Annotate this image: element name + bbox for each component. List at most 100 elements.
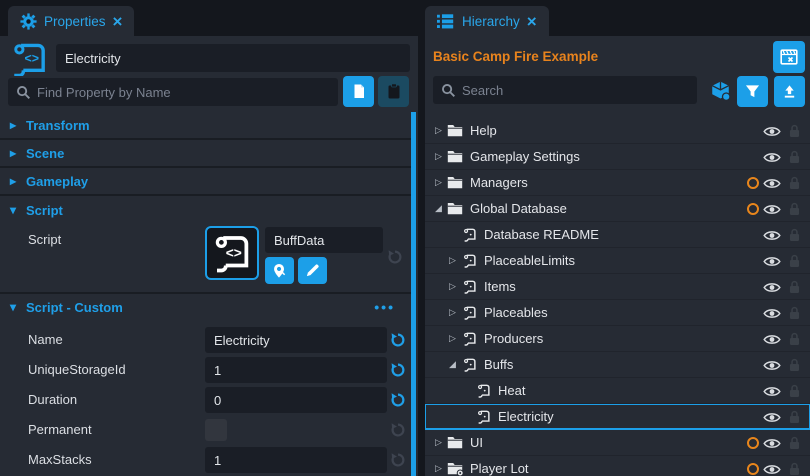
tree-row[interactable]: Electricity bbox=[425, 404, 810, 430]
eye-icon[interactable] bbox=[763, 463, 781, 476]
eye-icon[interactable] bbox=[763, 125, 781, 138]
lock-icon[interactable] bbox=[788, 280, 801, 294]
eye-icon[interactable] bbox=[763, 385, 781, 398]
section-scene[interactable]: Scene bbox=[0, 140, 411, 168]
property-search bbox=[8, 78, 338, 106]
eye-icon[interactable] bbox=[763, 437, 781, 450]
script-icon bbox=[474, 410, 492, 424]
lock-icon[interactable] bbox=[788, 254, 801, 268]
tree-row[interactable]: ▷ Gameplay Settings bbox=[425, 144, 810, 170]
tree-row[interactable]: ▷Managers bbox=[425, 170, 810, 196]
tree-expand-icon[interactable]: ▷ bbox=[445, 307, 460, 318]
tree-row[interactable]: ▷Player Lot bbox=[425, 456, 810, 476]
tree-row[interactable]: ▷Help bbox=[425, 118, 810, 144]
folder-icon bbox=[446, 150, 464, 163]
eye-icon[interactable] bbox=[763, 411, 781, 424]
lock-icon[interactable] bbox=[788, 358, 801, 372]
lock-icon[interactable] bbox=[788, 410, 801, 424]
lock-icon[interactable] bbox=[788, 228, 801, 242]
lock-icon[interactable] bbox=[788, 306, 801, 320]
eye-icon[interactable] bbox=[763, 229, 781, 242]
lock-icon[interactable] bbox=[788, 124, 801, 138]
reset-icon[interactable] bbox=[390, 362, 406, 378]
tree-item-label: Gameplay Settings bbox=[470, 149, 580, 164]
lock-icon[interactable] bbox=[788, 436, 801, 450]
eye-icon[interactable] bbox=[763, 333, 781, 346]
section-script-custom[interactable]: Script - Custom bbox=[0, 292, 411, 320]
find-script-button[interactable] bbox=[265, 257, 294, 284]
hierarchy-search-input[interactable] bbox=[462, 76, 697, 104]
svg-text:<>: <> bbox=[24, 51, 39, 65]
lock-icon[interactable] bbox=[788, 150, 801, 164]
funnel-icon bbox=[745, 84, 760, 99]
tree-expand-icon[interactable]: ▷ bbox=[431, 177, 446, 188]
property-value-input[interactable] bbox=[205, 357, 387, 383]
lock-icon[interactable] bbox=[788, 462, 801, 476]
section-script[interactable]: Script bbox=[0, 196, 411, 224]
tab-hierarchy[interactable]: Hierarchy bbox=[425, 6, 549, 36]
edit-script-button[interactable] bbox=[298, 257, 327, 284]
scene-button[interactable] bbox=[773, 41, 805, 73]
lock-icon[interactable] bbox=[788, 384, 801, 398]
tree-row[interactable]: ◢Buffs bbox=[425, 352, 810, 378]
eye-icon[interactable] bbox=[763, 359, 781, 372]
eye-icon[interactable] bbox=[763, 177, 781, 190]
eye-icon[interactable] bbox=[763, 151, 781, 164]
gear-icon bbox=[20, 13, 37, 30]
tree-row[interactable]: Heat bbox=[425, 378, 810, 404]
tree-row[interactable]: ▷UI bbox=[425, 430, 810, 456]
tree-expand-icon[interactable]: ▷ bbox=[445, 255, 460, 266]
tree-row[interactable]: ◢Global Database bbox=[425, 196, 810, 222]
tree-expand-icon[interactable]: ▷ bbox=[431, 463, 446, 474]
eye-icon[interactable] bbox=[763, 307, 781, 320]
eye-icon[interactable] bbox=[763, 203, 781, 216]
paste-properties-button[interactable] bbox=[378, 76, 409, 107]
copy-properties-button[interactable] bbox=[343, 76, 374, 107]
reset-icon[interactable] bbox=[390, 332, 406, 348]
tree-row[interactable]: ▷Items bbox=[425, 274, 810, 300]
script-name-input[interactable] bbox=[265, 227, 383, 253]
tree-expand-icon[interactable]: ▷ bbox=[445, 333, 460, 344]
tree-row[interactable]: ▷ PlaceableLimits bbox=[425, 248, 810, 274]
script-asset-slot[interactable]: <> bbox=[205, 226, 259, 280]
lock-icon[interactable] bbox=[788, 332, 801, 346]
property-value-input[interactable] bbox=[205, 447, 387, 473]
folder-icon bbox=[446, 462, 464, 476]
more-options-icon[interactable] bbox=[374, 299, 395, 315]
tree-expand-icon[interactable]: ◢ bbox=[445, 359, 460, 370]
tree-row[interactable]: ▷Producers bbox=[425, 326, 810, 352]
tree-item-label: PlaceableLimits bbox=[484, 253, 575, 268]
network-context-cube-icon[interactable] bbox=[709, 80, 732, 102]
tree-row[interactable]: ▷Placeables bbox=[425, 300, 810, 326]
tab-properties[interactable]: Properties bbox=[8, 6, 134, 36]
tree-expand-icon[interactable]: ▷ bbox=[431, 151, 446, 162]
property-search-input[interactable] bbox=[37, 78, 338, 106]
object-name-input[interactable] bbox=[56, 44, 410, 72]
section-transform-label: Transform bbox=[26, 118, 90, 133]
property-checkbox[interactable] bbox=[205, 419, 227, 441]
property-value-input[interactable] bbox=[205, 387, 387, 413]
script-scroll-icon: <> bbox=[212, 233, 252, 273]
vertical-scrollbar[interactable] bbox=[411, 112, 416, 476]
property-value-input[interactable] bbox=[205, 327, 387, 353]
lock-icon[interactable] bbox=[788, 202, 801, 216]
script-icon bbox=[460, 254, 478, 268]
property-label: MaxStacks bbox=[28, 452, 92, 467]
script-icon bbox=[460, 228, 478, 242]
eye-icon[interactable] bbox=[763, 255, 781, 268]
tree-expand-icon[interactable]: ◢ bbox=[431, 203, 446, 214]
tree-row[interactable]: Database README bbox=[425, 222, 810, 248]
tree-expand-icon[interactable]: ▷ bbox=[431, 437, 446, 448]
section-gameplay[interactable]: Gameplay bbox=[0, 168, 411, 196]
lock-icon[interactable] bbox=[788, 176, 801, 190]
close-icon[interactable] bbox=[113, 13, 123, 30]
tree-expand-icon[interactable]: ▷ bbox=[445, 281, 460, 292]
close-icon[interactable] bbox=[527, 13, 537, 30]
tree-expand-icon[interactable]: ▷ bbox=[431, 125, 446, 136]
section-transform[interactable]: Transform bbox=[0, 112, 411, 140]
export-button[interactable] bbox=[774, 76, 805, 107]
reset-icon[interactable] bbox=[390, 392, 406, 408]
eye-icon[interactable] bbox=[763, 281, 781, 294]
reset-icon bbox=[390, 452, 406, 468]
filter-button[interactable] bbox=[737, 76, 768, 107]
